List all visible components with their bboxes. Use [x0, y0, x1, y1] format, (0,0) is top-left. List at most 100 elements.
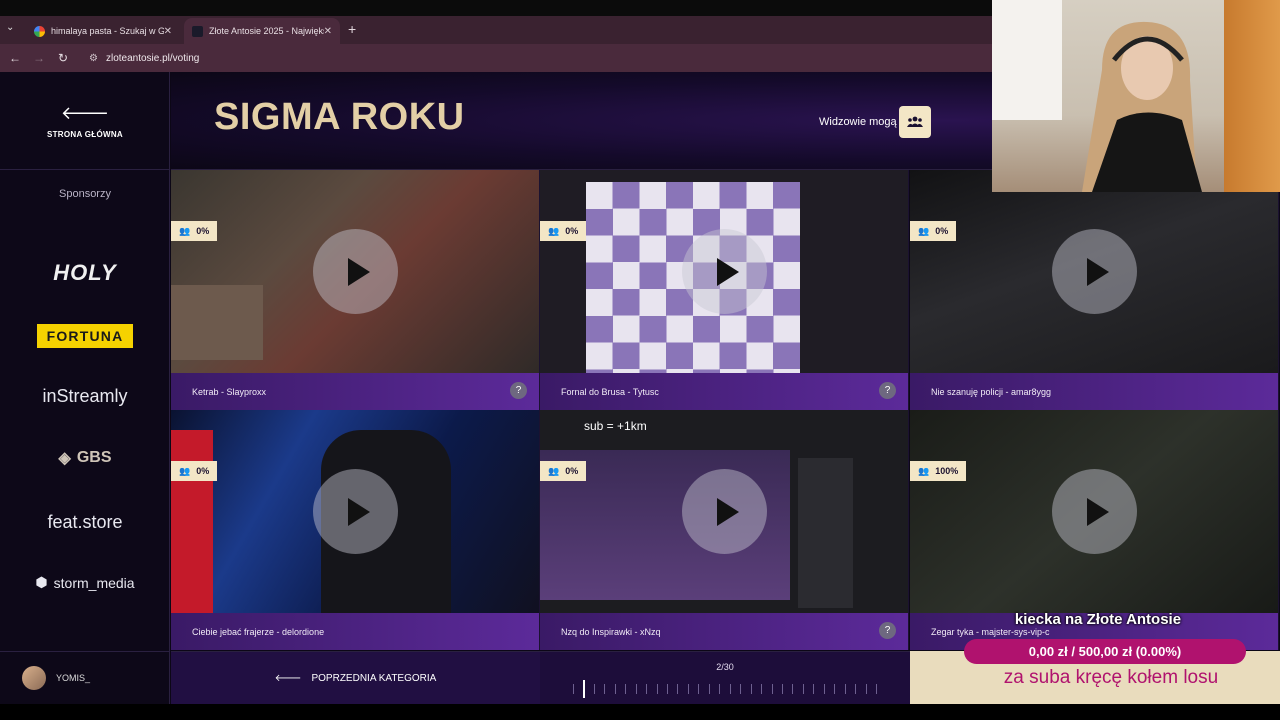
url-field[interactable]: ⚙ zloteantosie.pl/voting: [89, 53, 199, 64]
tab-title: himalaya pasta - Szukaj w Goog: [51, 26, 164, 36]
play-button[interactable]: [682, 469, 767, 554]
donation-goal-bar: 0,00 zł / 500,00 zł (0.00%): [964, 639, 1246, 664]
close-icon[interactable]: ✕: [164, 26, 172, 37]
tab-title: Złote Antosie 2025 - Największ: [209, 26, 324, 36]
tab-list-button[interactable]: ⌄: [6, 22, 14, 33]
facecam-thumbnail: [171, 285, 263, 360]
back-icon[interactable]: ←: [3, 51, 27, 65]
progress-tick: [855, 684, 856, 694]
sponsor-stormmedia-logo[interactable]: ⬢ storm_media: [0, 574, 170, 591]
nominee-title: Nzq do Inspirawki - xNzq: [561, 626, 661, 637]
nominee-title-bar: Nie szanuję policji - amar8ygg: [910, 373, 1278, 410]
user-name: YOMIS_: [56, 673, 91, 683]
progress-tick: [719, 684, 720, 694]
progress-tick: [636, 684, 637, 694]
new-tab-button[interactable]: +: [348, 21, 356, 37]
previous-category-button[interactable]: 🡐 POPRZEDNIA KATEGORIA: [171, 651, 540, 704]
forward-icon[interactable]: →: [27, 51, 51, 65]
progress-tick: [573, 684, 574, 694]
progress-tick: [615, 684, 616, 694]
progress-tick: [646, 684, 647, 694]
arrow-left-icon: 🡐: [274, 673, 302, 684]
nominee-title: Ketrab - Slayproxx: [192, 386, 267, 397]
user-profile[interactable]: YOMIS_: [0, 651, 170, 704]
can-graphic: [171, 430, 213, 613]
nominee-title-bar: Nzq do Inspirawki - xNzq: [540, 613, 908, 650]
browser-tab-bar: ⌄ himalaya pasta - Szukaj w Goog ✕ Złote…: [0, 16, 992, 44]
play-button[interactable]: [313, 469, 398, 554]
users-icon: 👥: [918, 225, 930, 236]
sponsor-gbs-logo[interactable]: ◈ GBS: [0, 448, 170, 468]
address-bar: ← → ↻ ⚙ zloteantosie.pl/voting: [0, 44, 992, 72]
nominee-card[interactable]: 👥 0% Ciebie jebać frajerze - delordione: [171, 410, 540, 650]
progress-tick: [772, 684, 773, 694]
help-button[interactable]: ?: [879, 622, 896, 639]
nominee-card[interactable]: 👥 0% Nie szanuję policji - amar8ygg: [910, 170, 1279, 410]
progress-tick: [834, 684, 835, 694]
progress-tick: [698, 684, 699, 694]
play-button[interactable]: [1052, 229, 1137, 314]
play-icon: [347, 257, 370, 286]
category-progress: 2/30: [540, 651, 910, 704]
progress-tick: [866, 684, 867, 694]
close-icon[interactable]: ✕: [324, 26, 332, 37]
play-button[interactable]: [1052, 469, 1137, 554]
progress-tick: [667, 684, 668, 694]
nominee-card[interactable]: 👥 0% Ketrab - Slayproxx ?: [171, 170, 540, 410]
progress-tick: [604, 684, 605, 694]
category-title: SIGMA ROKU: [214, 96, 465, 138]
streamer-webcam: [992, 0, 1280, 192]
nominee-title: Fornal do Brusa - Tytusc: [561, 386, 659, 397]
vote-percent-badge: 👥 0%: [171, 221, 218, 241]
webcam-shelf: [1224, 0, 1280, 192]
google-icon: [34, 25, 45, 37]
users-icon: [907, 116, 923, 127]
sponsor-featstore-logo[interactable]: feat.store: [0, 512, 170, 533]
home-link[interactable]: 🡐 STRONA GŁÓWNA: [0, 72, 170, 170]
nominee-card[interactable]: sub = +1km 👥 0% Nzq do Inspirawki - xNzq …: [540, 410, 909, 650]
avatar: [22, 666, 46, 690]
url-text: zloteantosie.pl/voting: [105, 52, 200, 64]
tab-google[interactable]: himalaya pasta - Szukaj w Goog ✕: [26, 18, 180, 44]
progress-tick: [813, 684, 814, 694]
viewers-button[interactable]: [899, 106, 931, 138]
nominee-title-bar: Ciebie jebać frajerze - delordione: [171, 613, 539, 650]
progress-tick: [657, 684, 658, 694]
play-icon: [1086, 497, 1109, 526]
reload-icon[interactable]: ↻: [51, 51, 75, 65]
gbs-diamond-icon: ◈: [58, 450, 71, 467]
progress-tick: [803, 684, 804, 694]
storm-cube-icon: ⬢: [35, 574, 48, 590]
help-button[interactable]: ?: [879, 382, 896, 399]
vote-percent-badge: 👥 0%: [910, 221, 957, 241]
nominee-title: Ciebie jebać frajerze - delordione: [192, 626, 325, 637]
play-button[interactable]: [682, 229, 767, 314]
nominee-card[interactable]: 👥 0% Fornal do Brusa - Tytusc ?: [540, 170, 909, 410]
users-icon: 👥: [179, 225, 191, 236]
previous-category-label: POPRZEDNIA KATEGORIA: [311, 672, 437, 684]
sponsor-holy-logo[interactable]: HOLY: [0, 260, 170, 286]
play-icon: [347, 497, 370, 526]
vote-percent-badge: 👥 100%: [910, 461, 967, 481]
progress-tick: [740, 684, 741, 694]
webcam-window: [992, 0, 1062, 120]
progress-tick: [845, 684, 846, 694]
sponsor-instreamly-logo[interactable]: inStreamly: [0, 386, 170, 407]
site-favicon-icon: [192, 25, 203, 37]
donation-goal-title: kiecka na Złote Antosie: [1014, 611, 1182, 628]
users-icon: 👥: [548, 225, 560, 236]
viewers-label: Widzowie mogą: [819, 116, 897, 128]
progress-tick: [625, 684, 626, 694]
progress-tick: [688, 684, 689, 694]
back-arrow-icon: 🡐: [60, 102, 110, 123]
tab-zloteantosie[interactable]: Złote Antosie 2025 - Największ ✕: [184, 18, 340, 44]
help-button[interactable]: ?: [510, 382, 527, 399]
site-settings-icon[interactable]: ⚙: [89, 53, 98, 64]
sponsor-fortuna-logo[interactable]: FORTUNA: [0, 324, 170, 348]
vote-percent-badge: 👥 0%: [540, 221, 587, 241]
progress-tick: [824, 684, 825, 694]
progress-tick: [751, 684, 752, 694]
play-button[interactable]: [313, 229, 398, 314]
progress-tick: [876, 684, 877, 694]
progress-tick: [761, 684, 762, 694]
